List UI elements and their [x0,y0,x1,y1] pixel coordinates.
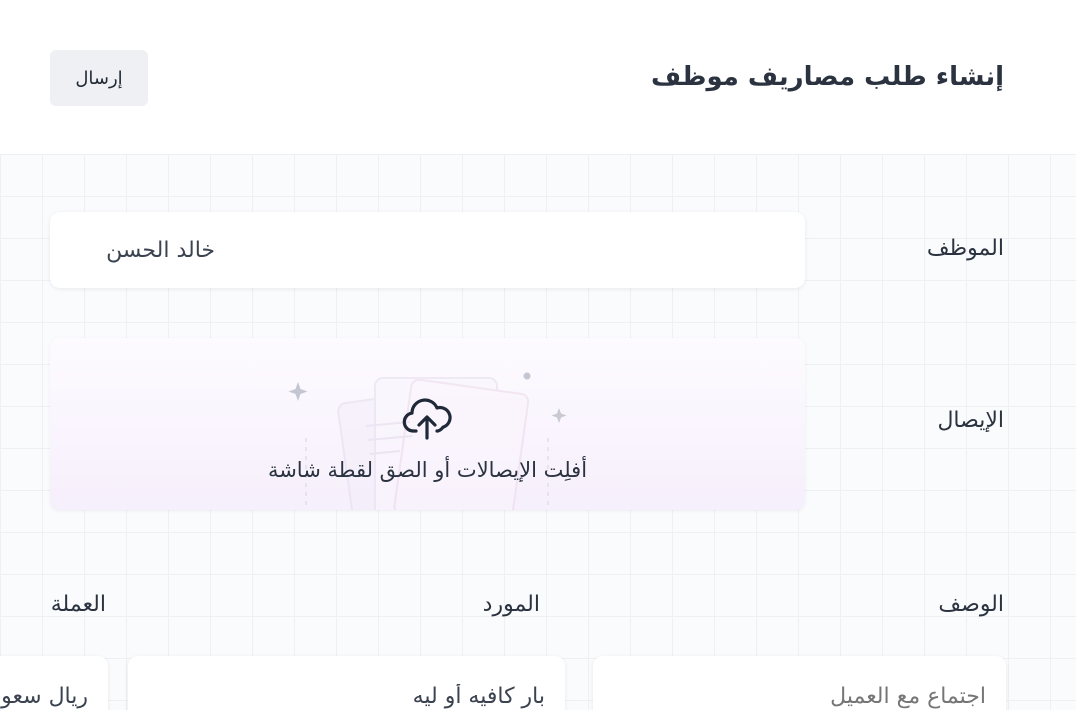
receipt-dropzone[interactable]: أفلِت الإيصالات أو الصق لقطة شاشة [50,338,805,510]
receipt-label: الإيصال [937,408,1004,433]
employee-label: الموظف [926,236,1004,261]
page-title: إنشاء طلب مصاريف موظف [651,62,1004,92]
dropzone-text: أفلِت الإيصالات أو الصق لقطة شاشة [267,458,588,482]
currency-label: العملة [50,592,106,617]
cloud-upload-icon [402,398,452,440]
page-header: إنشاء طلب مصاريف موظف إرسال [0,0,1076,154]
expense-request-window: إنشاء طلب مصاريف موظف إرسال الموظف الإيص… [0,0,1076,710]
form-area: الموظف الإيصال [0,154,1076,710]
vendor-field[interactable] [128,656,565,710]
employee-field[interactable] [50,212,805,288]
submit-button[interactable]: إرسال [50,50,148,106]
currency-field[interactable] [0,656,108,710]
vendor-label: المورد [482,592,540,617]
description-field[interactable] [593,656,1006,710]
description-label: الوصف [938,592,1004,617]
